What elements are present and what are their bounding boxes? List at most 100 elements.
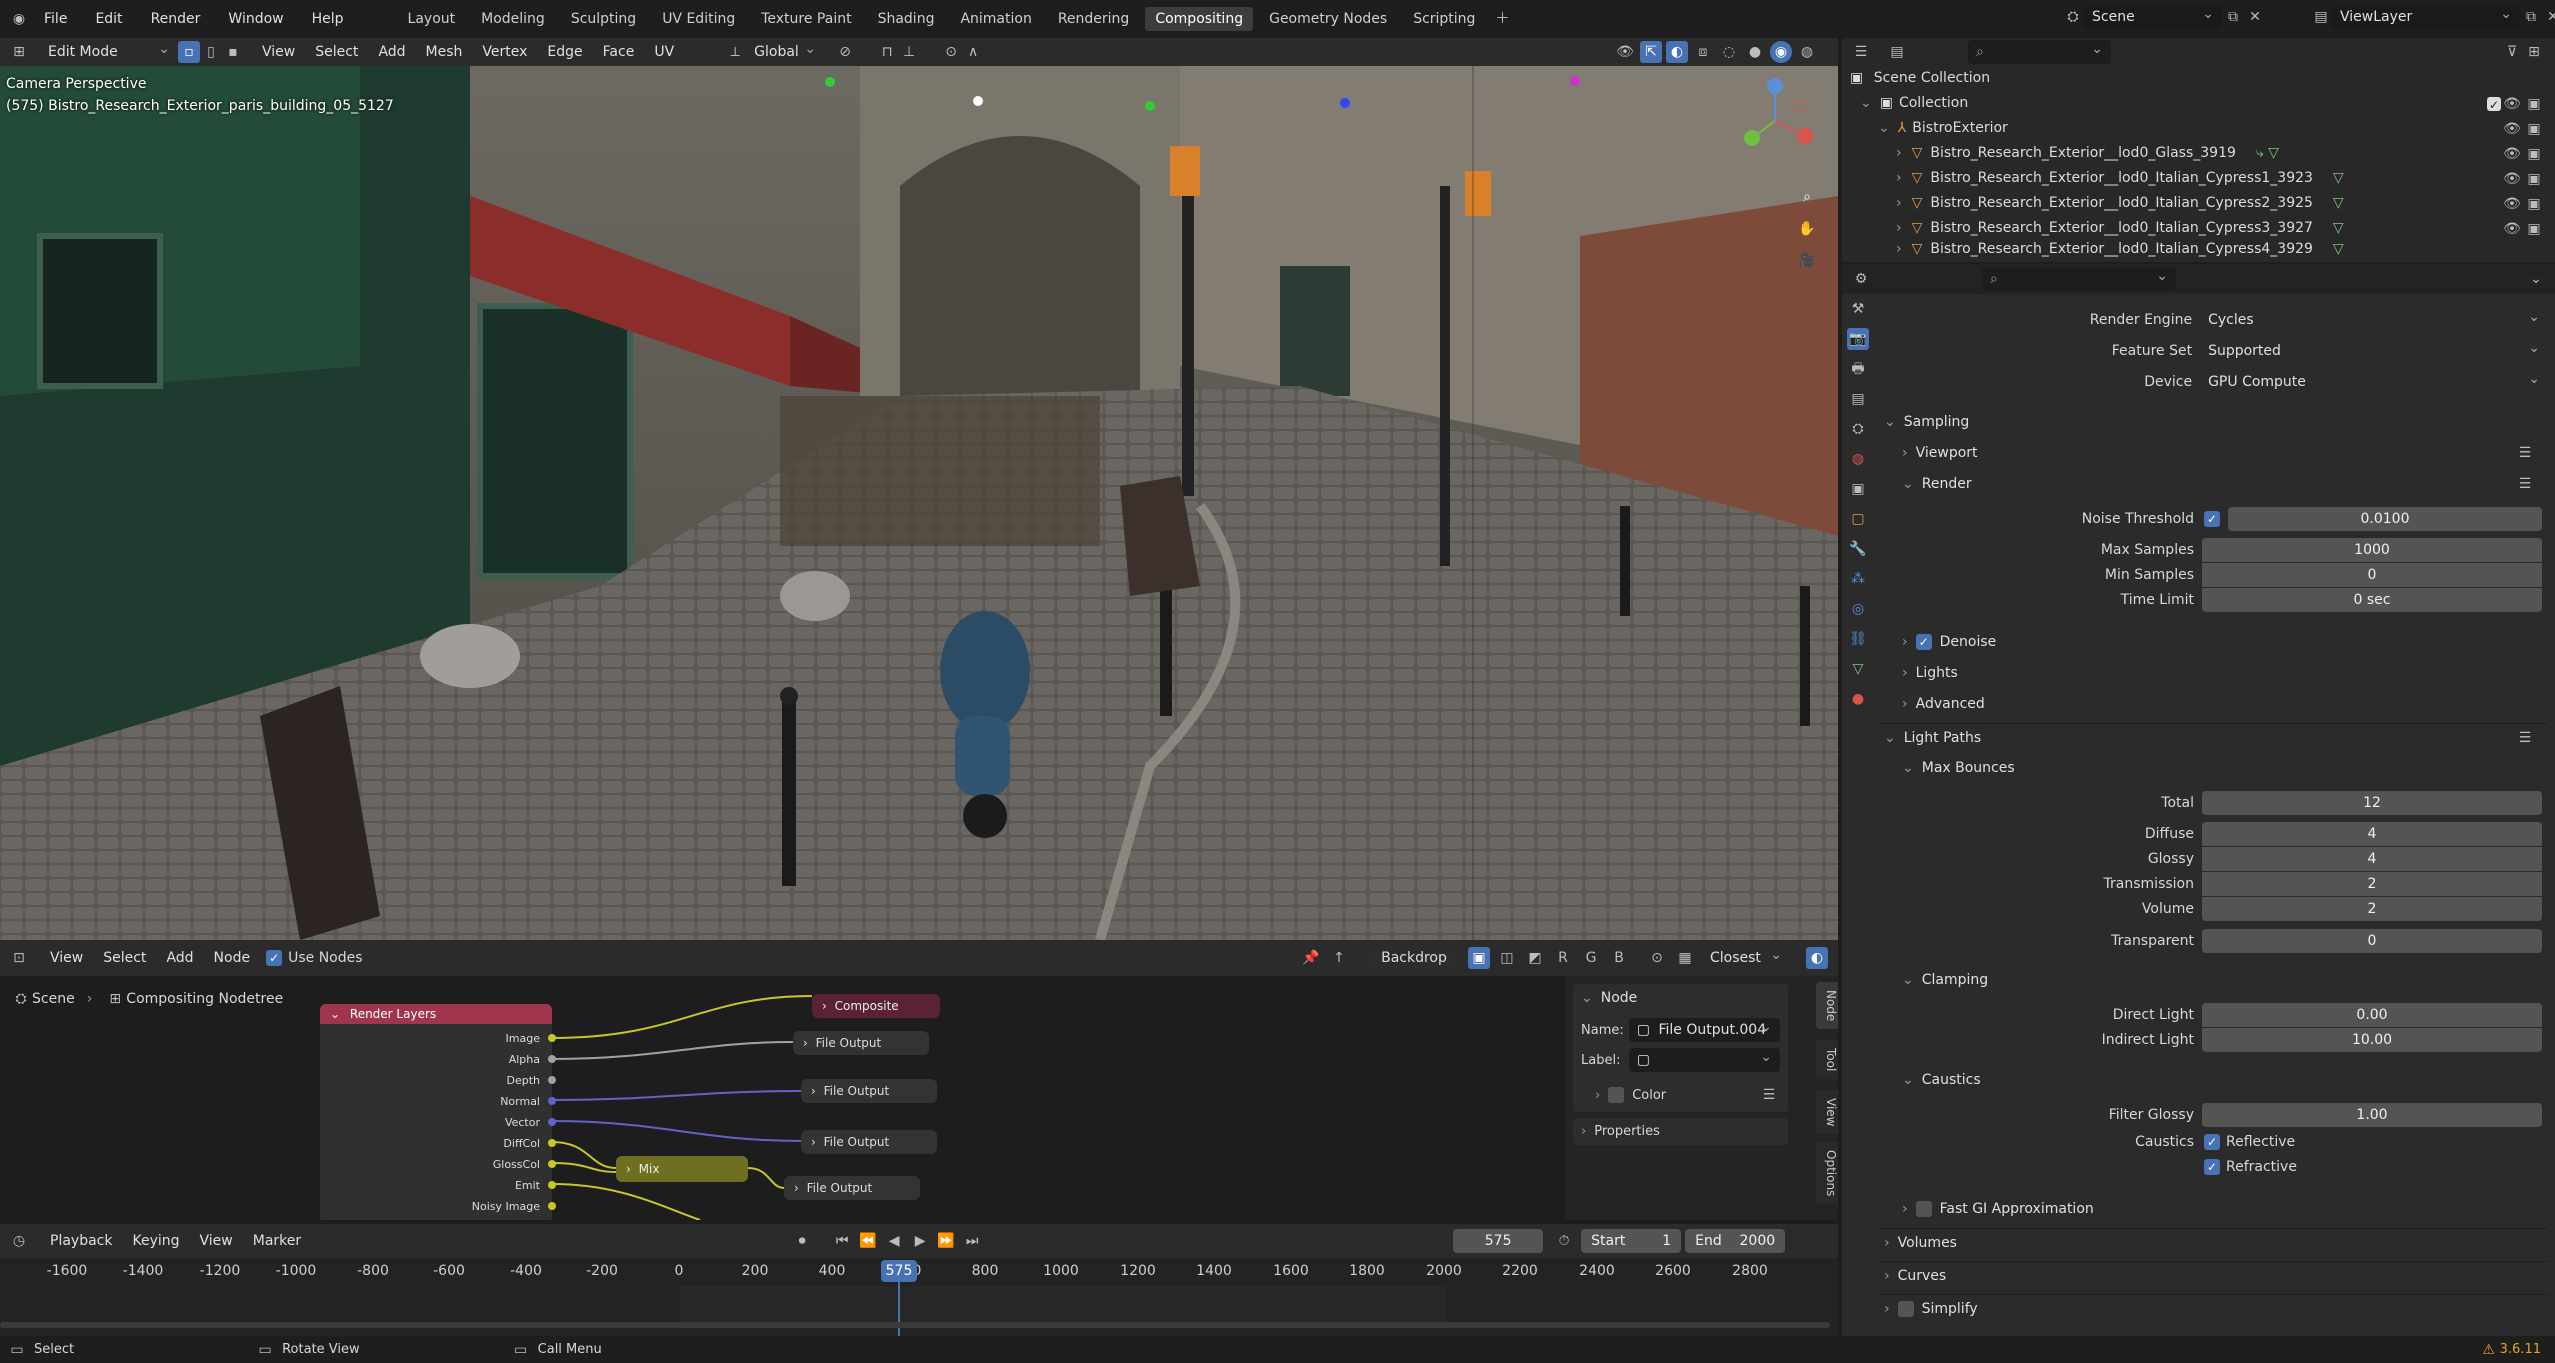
viewport-canvas[interactable]: Camera Perspective (575) Bistro_Research… xyxy=(0,66,1838,940)
caustics-subpanel-header[interactable]: ⌄ Caustics xyxy=(1896,1066,2536,1094)
filter-glossy-field[interactable]: 1.00 xyxy=(2202,1103,2542,1127)
presets-icon[interactable]: ☰ xyxy=(2514,727,2536,749)
viewport-menu-mesh[interactable]: Mesh xyxy=(416,44,473,60)
proportional-edit-icon[interactable]: ⊙ xyxy=(940,41,962,63)
delete-view-layer-icon[interactable]: ✕ xyxy=(2542,6,2555,28)
properties-editor-type-icon[interactable]: ⚙ xyxy=(1850,268,1872,290)
socket-depth[interactable]: Depth xyxy=(320,1070,540,1091)
node-menu-node[interactable]: Node xyxy=(204,950,261,966)
menu-render[interactable]: Render xyxy=(137,11,215,27)
xray-icon[interactable]: ⧈ xyxy=(1692,41,1714,63)
expand-icon[interactable]: › xyxy=(1896,241,1902,257)
tab-geometry-nodes[interactable]: Geometry Nodes xyxy=(1259,7,1397,31)
next-keyframe-icon[interactable]: ⏩ xyxy=(935,1230,957,1252)
constraints-tab-icon[interactable]: ⛓ xyxy=(1847,628,1869,650)
output-tab-icon[interactable]: 🖶 xyxy=(1847,358,1869,380)
file-output-node[interactable]: › File Output xyxy=(784,1176,920,1200)
output-socket-dot[interactable] xyxy=(548,1181,556,1189)
eye-icon[interactable]: 👁 xyxy=(2501,193,2523,215)
timeline-menu-keying[interactable]: Keying xyxy=(122,1233,189,1249)
composite-node[interactable]: › Composite xyxy=(812,994,940,1018)
time-limit-field[interactable]: 0 sec xyxy=(2202,588,2542,612)
blender-logo-icon[interactable]: ◉ xyxy=(8,8,30,30)
file-output-expand-icon[interactable]: › xyxy=(803,1036,808,1050)
gizmo-icon[interactable]: ⇱ xyxy=(1640,41,1662,63)
file-output-node[interactable]: › File Output xyxy=(801,1130,937,1154)
menu-file[interactable]: File xyxy=(30,11,81,27)
mode-selector[interactable]: Edit Mode xyxy=(40,37,178,64)
node-name-field[interactable]: ▢ File Output.004 xyxy=(1628,1015,1780,1042)
view-layer-field[interactable]: ViewLayer xyxy=(2332,2,2520,29)
expand-icon[interactable]: › xyxy=(1896,191,1902,216)
output-socket-dot[interactable] xyxy=(548,1160,556,1168)
snap-icon[interactable]: ⊓ xyxy=(876,41,898,63)
transform-orientation-icon[interactable]: ⟂ xyxy=(724,41,746,63)
outliner-search-input[interactable]: ⌕ xyxy=(1968,37,2111,64)
output-socket-dot[interactable] xyxy=(548,1139,556,1147)
end-frame-field[interactable]: End 2000 xyxy=(1685,1229,1786,1253)
advanced-subpanel-header[interactable]: › Advanced xyxy=(1896,690,2536,718)
expand-icon[interactable]: ⌄ xyxy=(1878,116,1890,141)
file-output-node[interactable]: › File Output xyxy=(801,1079,937,1103)
color-subpanel[interactable]: › Color ☰ xyxy=(1581,1084,1780,1106)
properties-subpanel[interactable]: › Properties xyxy=(1573,1118,1788,1145)
lights-subpanel-header[interactable]: › Lights xyxy=(1896,659,2536,687)
properties-search-input[interactable]: ⌕ xyxy=(1982,264,2176,291)
snap-element-icon[interactable]: ▦ xyxy=(1674,947,1696,969)
direct-light-field[interactable]: 0.00 xyxy=(2202,1003,2542,1027)
outliner-collection[interactable]: ⌄ ▣ Collection ✓ 👁 ▣ xyxy=(1850,91,2555,116)
eye-icon[interactable]: 👁 xyxy=(2501,118,2523,140)
output-socket-dot[interactable] xyxy=(548,1076,556,1084)
backdrop-button[interactable]: Backdrop xyxy=(1366,947,1462,969)
eye-icon[interactable]: 👁 xyxy=(2501,143,2523,165)
volumes-panel-header[interactable]: › Volumes xyxy=(1878,1228,2548,1257)
eye-icon[interactable]: 👁 xyxy=(2501,93,2523,115)
warning-icon[interactable]: ⚠ xyxy=(2478,1339,2500,1361)
edge-select-icon[interactable]: ▯ xyxy=(200,41,222,63)
viewport-menu-add[interactable]: Add xyxy=(368,44,415,60)
pin-icon[interactable]: 📌 xyxy=(1300,947,1322,969)
timeline-editor-type-icon[interactable]: ◷ xyxy=(8,1230,30,1252)
viewport-menu-vertex[interactable]: Vertex xyxy=(472,44,537,60)
tab-uv-editing[interactable]: UV Editing xyxy=(652,7,745,31)
outliner-item[interactable]: › ▽ Bistro_Research_Exterior__lod0_Itali… xyxy=(1850,191,2555,216)
parent-node-tree-icon[interactable]: ↑ xyxy=(1328,947,1350,969)
physics-tab-icon[interactable]: ◎ xyxy=(1847,598,1869,620)
node-menu-add[interactable]: Add xyxy=(156,950,203,966)
node-label-field[interactable]: ▢ xyxy=(1628,1045,1780,1072)
backdrop-display-icon[interactable]: ◩ xyxy=(1524,947,1546,969)
viewport-menu-face[interactable]: Face xyxy=(593,44,645,60)
timeline-area[interactable]: -1600 -1400 -1200 -1000 -800 -600 -400 -… xyxy=(0,1258,1838,1336)
timeline-menu-marker[interactable]: Marker xyxy=(243,1233,311,1249)
tab-sculpting[interactable]: Sculpting xyxy=(561,7,646,31)
timeline-menu-view[interactable]: View xyxy=(190,1233,243,1249)
sidebar-tab-view[interactable]: View xyxy=(1816,1090,1838,1135)
outliner-group[interactable]: ⌄ ⅄ BistroExterior 👁 ▣ xyxy=(1850,116,2555,141)
expand-icon[interactable]: › xyxy=(1896,141,1902,166)
socket-diffcol[interactable]: DiffCol xyxy=(320,1133,540,1154)
sidebar-tab-tool[interactable]: Tool xyxy=(1816,1040,1838,1080)
composite-expand-icon[interactable]: › xyxy=(822,999,827,1013)
object-tab-icon[interactable]: ▢ xyxy=(1847,508,1869,530)
camera-icon[interactable]: ▣ xyxy=(2523,193,2545,215)
camera-icon[interactable]: ▣ xyxy=(2523,218,2545,240)
transmission-bounces-field[interactable]: 2 xyxy=(2202,872,2542,896)
scene-tab-icon[interactable]: ⛭ xyxy=(1847,418,1869,440)
output-socket-dot[interactable] xyxy=(548,1034,556,1042)
color-checkbox[interactable] xyxy=(1608,1087,1625,1103)
material-shading-icon[interactable]: ◉ xyxy=(1770,41,1792,63)
view-layer-tab-icon[interactable]: ▤ xyxy=(1847,388,1869,410)
stopwatch-icon[interactable]: ⏱ xyxy=(1553,1230,1575,1252)
render-layers-node[interactable]: ⌄ Render Layers Image Alpha Depth Normal… xyxy=(320,1004,556,1220)
refractive-checkbox[interactable]: ✓ xyxy=(2204,1159,2220,1175)
socket-emit[interactable]: Emit xyxy=(320,1175,540,1196)
outliner-item[interactable]: › ▽ Bistro_Research_Exterior__lod0_Glass… xyxy=(1850,141,2555,166)
outliner-item[interactable]: › ▽ Bistro_Research_Exterior__lod0_Itali… xyxy=(1850,241,2555,257)
viewport-menu-uv[interactable]: UV xyxy=(644,44,684,60)
eye-icon[interactable]: 👁 xyxy=(2501,168,2523,190)
socket-glosscol[interactable]: GlossCol xyxy=(320,1154,540,1175)
node-canvas[interactable]: ⛭ Scene › ⊞ Compositing Nodetree ⌄ Rende… xyxy=(0,976,1560,1220)
output-socket-dot[interactable] xyxy=(548,1097,556,1105)
viewport-menu-edge[interactable]: Edge xyxy=(537,44,592,60)
denoise-checkbox[interactable]: ✓ xyxy=(1915,634,1932,650)
